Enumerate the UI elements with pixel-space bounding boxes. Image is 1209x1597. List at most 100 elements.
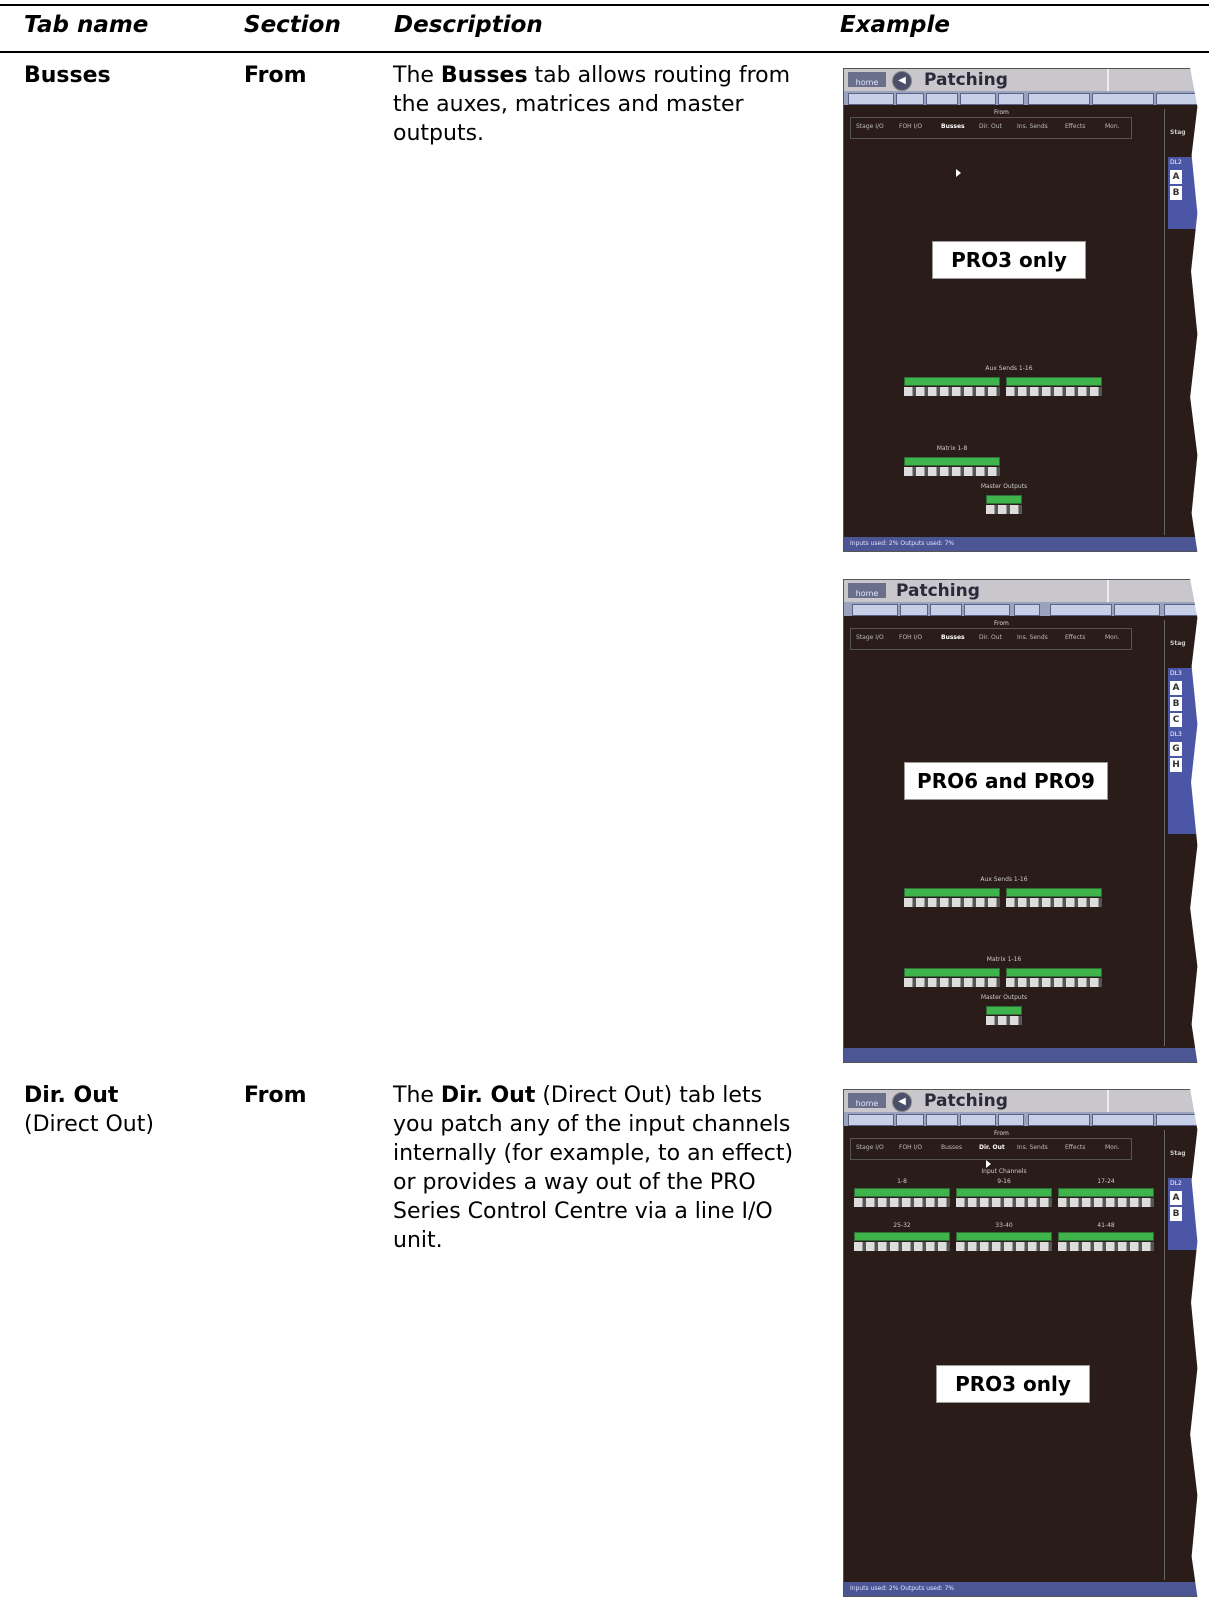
- dl-letter[interactable]: A: [1170, 681, 1182, 695]
- group-label-17-24: 17-24: [1097, 1178, 1115, 1185]
- back-arrow-icon[interactable]: ◀: [892, 71, 912, 91]
- from-label: From: [994, 620, 1009, 627]
- input-group: [1058, 1232, 1154, 1251]
- patching-title: Patching: [896, 581, 980, 601]
- mouse-cursor-icon: [956, 169, 961, 177]
- example-screenshot-dir-out-pro3: home ◀ Patching From Stage I/O FOH I/O B…: [843, 1089, 1209, 1597]
- example-screenshot-busses-pro3: home ◀ Patching From Stage I/O FOH I/O B…: [843, 68, 1209, 552]
- group-label-9-16: 9-16: [997, 1178, 1011, 1185]
- dl-letter[interactable]: B: [1170, 697, 1182, 711]
- tab-busses[interactable]: Busses: [941, 1144, 962, 1151]
- right-panel-header: Stag: [1170, 129, 1186, 136]
- patching-tabs: Stage I/O FOH I/O Busses Dir. Out Ins. S…: [850, 1138, 1132, 1160]
- patching-title: Patching: [924, 1091, 1008, 1111]
- back-arrow-icon[interactable]: ◀: [892, 1092, 912, 1112]
- patching-title: Patching: [924, 70, 1008, 90]
- group-label-matrix: Matrix 1-8: [936, 445, 968, 452]
- dl-letter[interactable]: B: [1170, 186, 1182, 200]
- toolbar: [844, 602, 1208, 616]
- tab-foh-io[interactable]: FOH I/O: [899, 123, 922, 130]
- group-label-master: Master Outputs: [980, 483, 1028, 490]
- group-label-25-32: 25-32: [893, 1222, 911, 1229]
- model-badge: PRO3 only: [936, 1365, 1090, 1403]
- master-group: [986, 495, 1022, 514]
- group-label-master: Master Outputs: [980, 994, 1028, 1001]
- table-top-rule: [0, 4, 1209, 6]
- input-group: [854, 1188, 950, 1207]
- group-label-1-8: 1-8: [897, 1178, 907, 1185]
- input-group: [956, 1188, 1052, 1207]
- tab-ins-sends[interactable]: Ins. Sends: [1017, 634, 1048, 641]
- tab-mon[interactable]: Mon.: [1105, 634, 1120, 641]
- dl-letter[interactable]: C: [1170, 713, 1182, 727]
- header-description: Description: [394, 12, 543, 38]
- row2-tab-subtitle: (Direct Out): [24, 1112, 154, 1137]
- input-group: [854, 1232, 950, 1251]
- tab-dir-out[interactable]: Dir. Out: [979, 123, 1002, 130]
- dl-letter[interactable]: A: [1170, 170, 1182, 184]
- row2-section: From: [244, 1083, 307, 1108]
- header-tab-name: Tab name: [24, 12, 149, 38]
- mouse-cursor-icon: [986, 1160, 991, 1168]
- right-panel-header: Stag: [1170, 640, 1186, 647]
- example-screenshot-busses-pro6-pro9: home Patching From Stage I/O FOH I/O Bus…: [843, 579, 1209, 1063]
- group-label-matrix: Matrix 1-16: [986, 956, 1022, 963]
- row1-description: The Busses tab allows routing from the a…: [393, 63, 791, 146]
- title-separator: [1107, 580, 1109, 602]
- tab-effects[interactable]: Effects: [1065, 123, 1085, 130]
- tab-busses[interactable]: Busses: [941, 123, 965, 130]
- tab-foh-io[interactable]: FOH I/O: [899, 1144, 922, 1151]
- group-label-aux: Aux Sends 1-16: [980, 876, 1028, 883]
- tab-stage-io[interactable]: Stage I/O: [856, 1144, 884, 1151]
- tab-ins-sends[interactable]: Ins. Sends: [1017, 123, 1048, 130]
- tab-effects[interactable]: Effects: [1065, 1144, 1085, 1151]
- tab-dir-out[interactable]: Dir. Out: [979, 1144, 1005, 1151]
- matrix-group: [904, 457, 1000, 476]
- home-button[interactable]: home: [848, 583, 886, 598]
- input-group: [956, 1232, 1052, 1251]
- tab-mon[interactable]: Mon.: [1105, 1144, 1120, 1151]
- tab-mon[interactable]: Mon.: [1105, 123, 1120, 130]
- tab-foh-io[interactable]: FOH I/O: [899, 634, 922, 641]
- tab-stage-io[interactable]: Stage I/O: [856, 634, 884, 641]
- aux-group-1: [904, 888, 1000, 907]
- matrix-group-1: [904, 968, 1000, 987]
- header-section: Section: [244, 12, 341, 38]
- patching-tabs: Stage I/O FOH I/O Busses Dir. Out Ins. S…: [850, 628, 1132, 650]
- home-button[interactable]: home: [848, 72, 886, 87]
- row2-tab-name: Dir. Out: [24, 1083, 119, 1108]
- model-badge: PRO3 only: [932, 241, 1086, 279]
- dl-letter[interactable]: A: [1170, 1191, 1182, 1205]
- dl-letter[interactable]: H: [1170, 758, 1182, 772]
- header-example: Example: [840, 12, 950, 38]
- from-label: From: [994, 1130, 1009, 1137]
- tab-busses[interactable]: Busses: [941, 634, 965, 641]
- row1-tab-name: Busses: [24, 63, 111, 88]
- master-group: [986, 1006, 1022, 1025]
- group-label-41-48: 41-48: [1097, 1222, 1115, 1229]
- aux-group-2: [1006, 888, 1102, 907]
- dl-letter[interactable]: G: [1170, 742, 1182, 756]
- status-bar: Inputs used: 2% Outputs used: 7%: [844, 537, 1208, 551]
- row1-section: From: [244, 63, 307, 88]
- tab-effects[interactable]: Effects: [1065, 634, 1085, 641]
- toolbar: [844, 1112, 1208, 1126]
- title-separator: [1107, 69, 1109, 91]
- right-panel-header: Stag: [1170, 1150, 1186, 1157]
- matrix-group-2: [1006, 968, 1102, 987]
- panel-divider: [1164, 620, 1165, 1046]
- row2-description: The Dir. Out (Direct Out) tab lets you p…: [393, 1083, 794, 1253]
- tab-stage-io[interactable]: Stage I/O: [856, 123, 884, 130]
- from-label: From: [994, 109, 1009, 116]
- aux-group-2: [1006, 377, 1102, 396]
- home-button[interactable]: home: [848, 1093, 886, 1108]
- panel-divider: [1164, 109, 1165, 535]
- input-channels-label: Input Channels: [981, 1168, 1027, 1175]
- toolbar: [844, 91, 1208, 105]
- tab-ins-sends[interactable]: Ins. Sends: [1017, 1144, 1048, 1151]
- status-bar: Inputs used: 2% Outputs used: 7%: [844, 1582, 1208, 1596]
- tab-dir-out[interactable]: Dir. Out: [979, 634, 1002, 641]
- panel-divider: [1164, 1130, 1165, 1580]
- model-badge: PRO6 and PRO9: [904, 762, 1108, 800]
- dl-letter[interactable]: B: [1170, 1207, 1182, 1221]
